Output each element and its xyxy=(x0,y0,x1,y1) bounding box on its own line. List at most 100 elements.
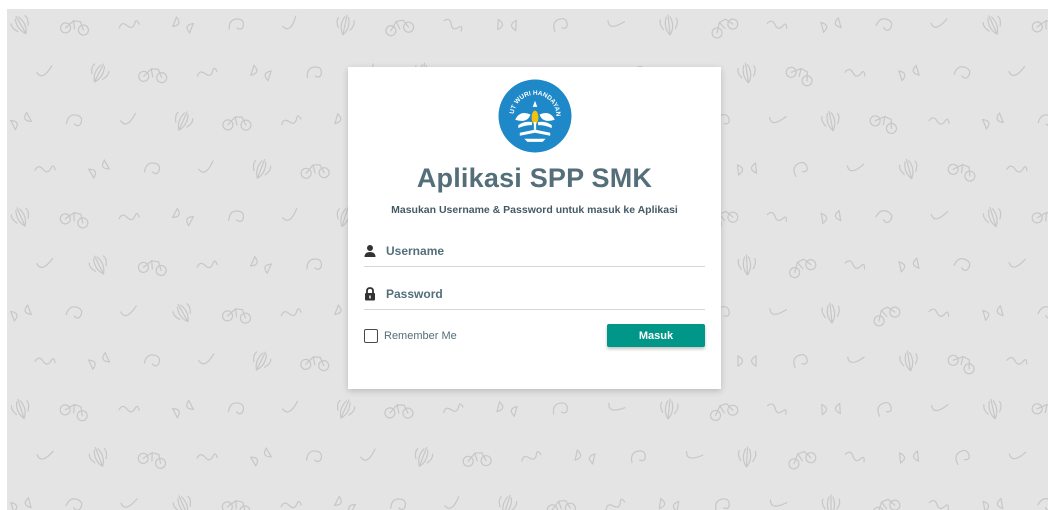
background-doodle xyxy=(1037,114,1048,127)
background-doodle xyxy=(875,18,893,31)
background-doodle xyxy=(87,351,111,371)
background-doodle xyxy=(384,404,414,419)
background-doodle xyxy=(444,496,460,509)
background-doodle xyxy=(947,163,976,182)
background-doodle xyxy=(788,450,817,470)
background-doodle xyxy=(928,308,950,317)
background-doodle xyxy=(898,257,920,273)
background-doodle xyxy=(336,399,356,419)
background-doodle xyxy=(87,158,111,180)
background-doodle xyxy=(9,303,33,323)
background-doodle xyxy=(821,302,840,324)
background-doodle xyxy=(280,308,302,317)
background-doodle xyxy=(947,354,975,375)
background-doodle xyxy=(769,308,788,315)
password-field[interactable] xyxy=(364,283,705,310)
background-doodle xyxy=(34,165,56,173)
background-doodle xyxy=(981,111,1005,131)
background-doodle xyxy=(280,500,302,509)
user-icon xyxy=(364,245,376,257)
background-doodle xyxy=(872,498,901,510)
background-doodle xyxy=(10,207,30,227)
background-doodle xyxy=(821,494,841,510)
background-doodle xyxy=(222,116,252,131)
background-doodle xyxy=(137,451,167,469)
background-doodle xyxy=(930,18,948,28)
background-doodle xyxy=(36,450,54,460)
background-doodle xyxy=(250,64,272,82)
background-doodle xyxy=(497,18,517,32)
background-doodle xyxy=(172,303,191,323)
background-doodle xyxy=(785,66,813,87)
background-doodle xyxy=(953,66,971,79)
background-doodle xyxy=(198,353,215,365)
login-subtitle: Masukan Username & Password untuk masuk … xyxy=(391,204,678,216)
background-doodle xyxy=(928,117,950,125)
background-doodle xyxy=(282,400,299,413)
background-doodle xyxy=(414,447,434,467)
background-doodle xyxy=(282,15,297,30)
background-doodle xyxy=(390,498,407,510)
background-doodle xyxy=(982,15,1002,35)
background-doodle xyxy=(955,449,970,465)
password-input[interactable] xyxy=(386,285,701,303)
background-doodle xyxy=(172,495,192,510)
background-doodle xyxy=(10,398,30,420)
background-doodle xyxy=(766,211,787,222)
background-doodle xyxy=(928,499,949,510)
background-doodle xyxy=(118,405,140,413)
background-doodle xyxy=(171,399,195,419)
background-doodle xyxy=(877,401,892,417)
background-doodle xyxy=(65,306,83,319)
username-field[interactable] xyxy=(364,240,705,267)
username-input[interactable] xyxy=(386,242,701,260)
background-doodle xyxy=(709,403,739,422)
background-doodle xyxy=(898,158,918,180)
background-doodle xyxy=(174,111,194,131)
remember-me[interactable]: Remember Me xyxy=(364,327,457,345)
background-doodle xyxy=(521,451,542,462)
background-doodle xyxy=(899,350,918,372)
background-doodle xyxy=(196,67,218,77)
background-doodle xyxy=(553,18,568,33)
background-doodle xyxy=(737,62,756,84)
background-doodle xyxy=(305,450,323,463)
background-doodle xyxy=(552,402,568,415)
background-doodle xyxy=(1008,451,1027,460)
background-doodle xyxy=(793,354,808,369)
background-doodle xyxy=(228,210,245,223)
background-doodle xyxy=(737,354,757,368)
background-doodle xyxy=(844,68,866,77)
background-doodle xyxy=(686,451,704,459)
background-doodle xyxy=(766,20,788,29)
background-doodle xyxy=(793,161,808,177)
background-doodle xyxy=(1006,356,1028,365)
background-doodle xyxy=(443,18,463,32)
background-doodle xyxy=(1031,211,1048,230)
background-doodle xyxy=(91,63,110,83)
background-doodle xyxy=(898,64,920,82)
background-doodle xyxy=(1031,403,1048,423)
background-doodle xyxy=(953,258,971,272)
background-doodle xyxy=(737,254,757,276)
background-doodle xyxy=(118,212,140,221)
background-doodle xyxy=(249,446,273,468)
remember-me-checkbox[interactable] xyxy=(364,329,378,343)
background-doodle xyxy=(660,398,679,420)
background-doodle xyxy=(336,14,355,36)
background-doodle xyxy=(462,452,492,467)
background-doodle xyxy=(88,255,107,275)
background-doodle xyxy=(736,162,758,176)
background-doodle xyxy=(898,450,920,464)
background-doodle xyxy=(737,446,757,468)
background-doodle xyxy=(88,447,108,467)
background-doodle xyxy=(222,308,252,324)
background-doodle xyxy=(847,356,865,364)
background-doodle xyxy=(498,494,518,510)
background-doodle xyxy=(10,15,29,35)
login-button[interactable]: Masuk xyxy=(607,324,705,347)
background-doodle xyxy=(608,402,626,411)
background-doodle xyxy=(306,66,322,79)
background-doodle xyxy=(821,402,841,416)
background-doodle xyxy=(821,110,840,132)
